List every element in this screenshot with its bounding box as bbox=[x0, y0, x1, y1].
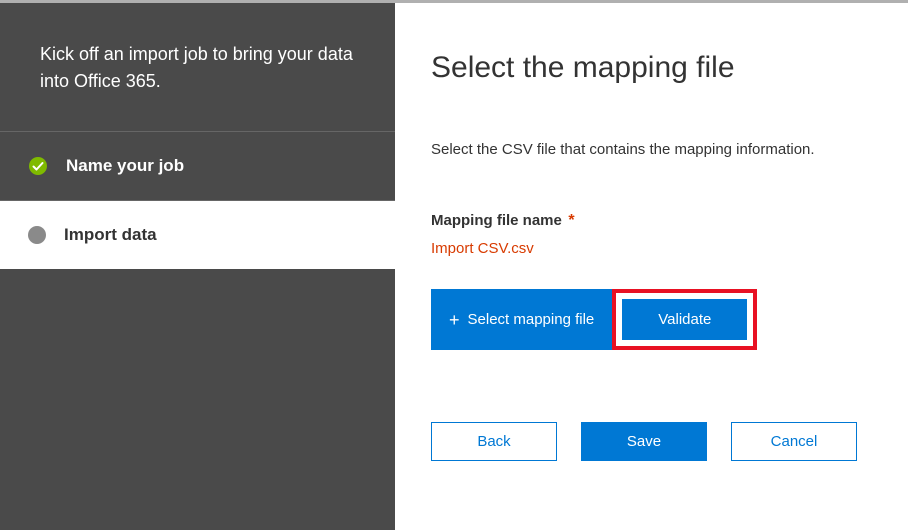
sidebar-intro: Kick off an import job to bring your dat… bbox=[0, 3, 395, 132]
page-description: Select the CSV file that contains the ma… bbox=[431, 141, 872, 158]
wizard-sidebar: Kick off an import job to bring your dat… bbox=[0, 3, 395, 530]
mapping-file-label: Mapping file name bbox=[431, 212, 562, 229]
sidebar-step-import-data[interactable]: Import data bbox=[0, 201, 395, 269]
selected-file-name: Import CSV.csv bbox=[431, 240, 872, 257]
validate-highlight: Validate bbox=[612, 289, 757, 350]
sidebar-step-name-job[interactable]: Name your job bbox=[0, 132, 395, 201]
sidebar-fill bbox=[0, 269, 395, 530]
select-mapping-file-button[interactable]: + Select mapping file bbox=[431, 289, 612, 350]
back-button[interactable]: Back bbox=[431, 422, 557, 461]
main-panel: Select the mapping file Select the CSV f… bbox=[395, 3, 908, 530]
required-indicator: * bbox=[568, 212, 574, 229]
validate-button[interactable]: Validate bbox=[622, 299, 747, 340]
wizard-container: Kick off an import job to bring your dat… bbox=[0, 3, 908, 530]
save-button[interactable]: Save bbox=[581, 422, 707, 461]
cancel-button[interactable]: Cancel bbox=[731, 422, 857, 461]
select-file-label: Select mapping file bbox=[468, 311, 595, 328]
step-label: Import data bbox=[64, 225, 157, 245]
dot-icon bbox=[28, 226, 46, 244]
field-label-row: Mapping file name * bbox=[431, 212, 872, 230]
checkmark-icon bbox=[28, 156, 48, 176]
file-action-row: + Select mapping file Validate bbox=[431, 289, 872, 350]
plus-icon: + bbox=[449, 311, 460, 329]
footer-buttons: Back Save Cancel bbox=[431, 422, 872, 461]
page-title: Select the mapping file bbox=[431, 51, 872, 85]
step-label: Name your job bbox=[66, 156, 184, 176]
